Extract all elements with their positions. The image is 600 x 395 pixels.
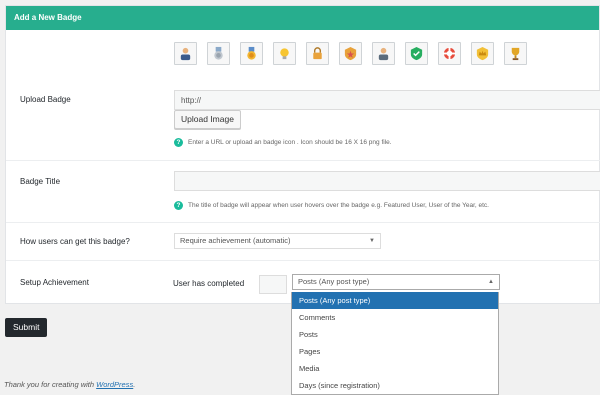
trophy-icon[interactable] [504,42,527,65]
achievement-mode-select[interactable]: Require achievement (automatic) ▼ [174,233,381,249]
wordpress-link[interactable]: WordPress [96,380,133,389]
upload-image-button[interactable]: Upload Image [174,110,241,129]
badge-icon-picker [174,42,527,65]
lock-icon[interactable] [306,42,329,65]
person-icon[interactable] [372,42,395,65]
shield-check-icon[interactable] [405,42,428,65]
divider [6,260,600,261]
achievement-type-value: Posts (Any post type) [298,277,370,286]
achievement-mode-value: Require achievement (automatic) [180,236,291,245]
count-input[interactable] [259,275,287,294]
badge-url-input[interactable]: http:// [174,90,600,110]
badge-title-input[interactable] [174,171,600,191]
option-media[interactable]: Media [292,360,498,377]
submit-button[interactable]: Submit [5,318,48,337]
crown-shield-icon[interactable] [471,42,494,65]
option-posts[interactable]: Posts [292,326,498,343]
badge-title-label: Badge Title [20,177,61,186]
setup-achievement-label: Setup Achievement [20,278,89,287]
award-icon[interactable] [240,42,263,65]
user-icon[interactable] [174,42,197,65]
shield-star-icon[interactable] [339,42,362,65]
upload-help-text: Enter a URL or upload an badge icon . Ic… [188,139,392,146]
bulb-icon[interactable] [273,42,296,65]
option-comments[interactable]: Comments [292,309,498,326]
divider [6,222,600,223]
footer: Thank you for creating with WordPress. [4,380,135,389]
user-completed-label: User has completed [173,279,245,288]
option-days[interactable]: Days (since registration) [292,377,498,394]
chevron-down-icon: ▼ [369,238,375,244]
panel-title: Add a New Badge [6,6,599,30]
medal-icon[interactable] [207,42,230,65]
help-icon: ? [174,201,183,210]
option-posts-any[interactable]: Posts (Any post type) [292,292,498,309]
help-icon: ? [174,138,183,147]
how-label: How users can get this badge? [20,237,130,246]
lifebuoy-icon[interactable] [438,42,461,65]
upload-badge-label: Upload Badge [20,95,71,104]
achievement-type-options: Posts (Any post type) Comments Posts Pag… [291,292,499,395]
chevron-up-icon: ▲ [488,279,494,285]
title-help-text: The title of badge will appear when user… [188,202,489,209]
add-badge-panel: Add a New Badge Upload Badge http:// Upl… [5,5,600,304]
upload-help: ? Enter a URL or upload an badge icon . … [174,138,392,147]
divider [6,160,600,161]
footer-suffix: . [133,380,136,389]
option-pages[interactable]: Pages [292,343,498,360]
achievement-type-select[interactable]: Posts (Any post type) ▲ [292,274,500,290]
footer-text: Thank you for creating with [4,380,97,389]
title-help: ? The title of badge will appear when us… [174,201,489,210]
